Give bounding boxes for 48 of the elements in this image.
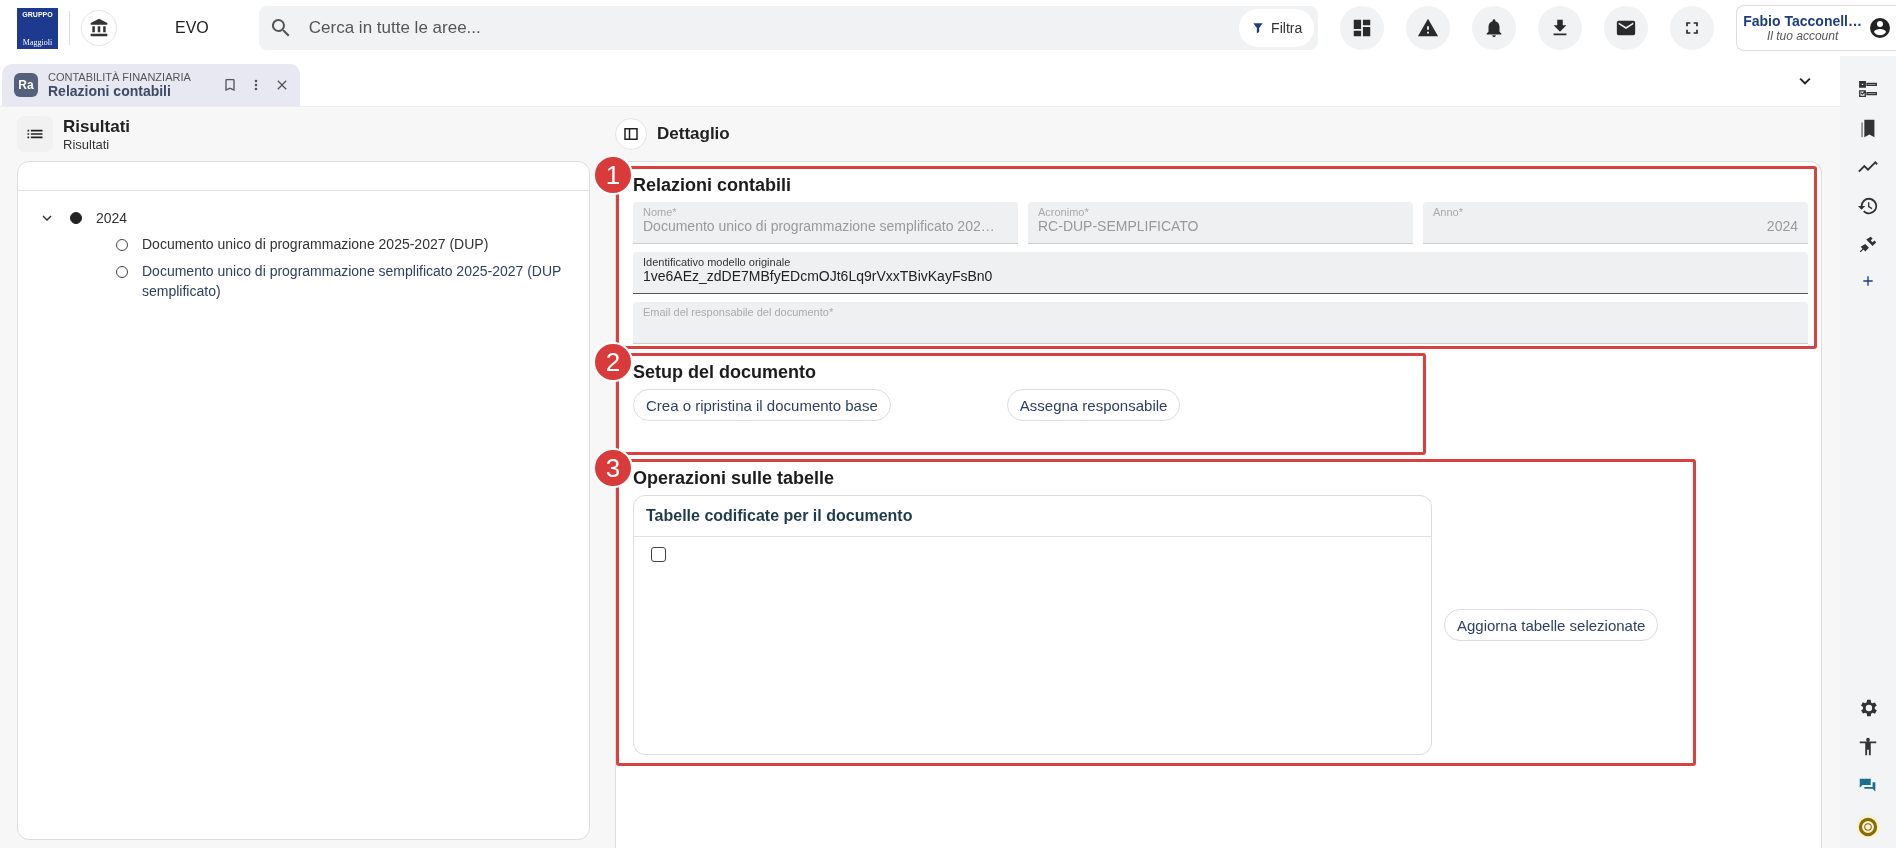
account-icon [1868, 16, 1892, 40]
logo-wordmark: Maggioli [22, 37, 53, 47]
action-button[interactable]: Aggiorna tabelle selezionate [1444, 609, 1659, 641]
mail-icon-button[interactable] [1604, 6, 1649, 50]
lifebuoy-icon[interactable] [1855, 814, 1881, 840]
input-field[interactable]: Identificativo modello originale 1ve6AEz_zdDE7MBfyEDcmOJt6Lq9rVxxTBivKayFsBn0 [633, 252, 1808, 294]
step-marker: 3 [593, 448, 633, 488]
radio-button[interactable] [70, 212, 82, 224]
checkbox[interactable] [651, 547, 666, 562]
bank-icon-button[interactable] [81, 10, 117, 46]
section-title: Relazioni contabili [633, 175, 793, 196]
tab-title: Relazioni contabili [48, 83, 172, 99]
panel-subtitle: Risultati [63, 136, 111, 152]
warning-icon-button[interactable] [1406, 6, 1451, 50]
side-panel-icon-button[interactable] [615, 118, 647, 150]
bookmark-icon[interactable] [222, 77, 238, 93]
history-icon[interactable] [1857, 195, 1879, 217]
section-title: Setup del documento [633, 362, 817, 383]
tree-item[interactable]: Documento unico di programmazione 2025-2027 (DUP) [142, 234, 489, 254]
app-name: EVO [175, 19, 209, 37]
tab-category: CONTABILITÀ FINANZIARIA [48, 71, 192, 83]
account-button[interactable]: Fabio Tacconell… Il tuo account [1736, 5, 1896, 51]
dashboard-icon-button[interactable] [1340, 6, 1385, 50]
bank-icon [89, 18, 109, 38]
step-marker: 2 [593, 342, 633, 382]
side-panel-icon [622, 125, 640, 143]
section-title: Operazioni sulle tabelle [633, 468, 836, 489]
filter-icon [1251, 21, 1266, 35]
accessibility-icon[interactable] [1857, 736, 1879, 758]
filter-button[interactable]: Filtra [1239, 9, 1315, 47]
warning-icon [1417, 17, 1440, 39]
list-icon-button[interactable] [17, 116, 53, 152]
plus-icon[interactable] [1860, 273, 1876, 289]
tree-item[interactable]: 2024 [96, 208, 128, 228]
bell-icon-button[interactable] [1472, 6, 1517, 50]
download-icon-button[interactable] [1538, 6, 1583, 50]
step-marker: 1 [593, 155, 633, 195]
search-field[interactable]: Cerca in tutte le aree... Filtra [258, 6, 1319, 50]
checklist-icon[interactable] [1857, 78, 1879, 100]
document-tab[interactable]: Ra CONTABILITÀ FINANZIARIA Relazioni contabili [2, 64, 300, 106]
panel-title: Risultati [63, 116, 131, 137]
panel-title: Dettaglio [657, 124, 730, 144]
table-title: Tabelle codificate per il documento [634, 496, 1431, 537]
module-badge: Ra [14, 73, 38, 97]
action-button[interactable]: Crea o ripristina il documento base [633, 389, 891, 421]
fullscreen-icon-button[interactable] [1670, 6, 1715, 50]
action-button[interactable]: Assegna responsabile [1006, 389, 1181, 421]
tree-item[interactable]: Documento unico di programmazione semplificato 2025-2027 (DUP semplificato) [142, 261, 569, 301]
